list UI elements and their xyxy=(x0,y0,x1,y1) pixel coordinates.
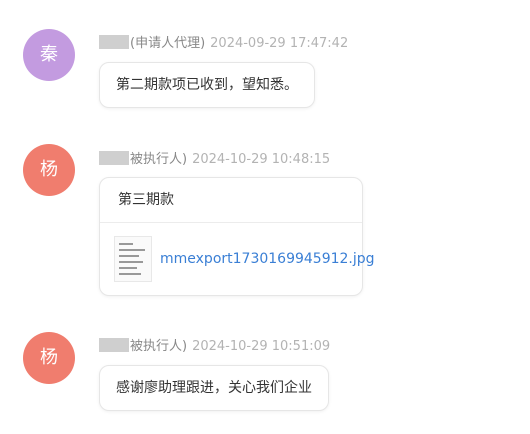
attachment-card: 第三期款 mmexport1730169945912.jpg xyxy=(99,177,375,296)
message-meta: (申请人代理) 2024-09-29 17:47:42 xyxy=(99,32,348,51)
avatar[interactable]: 秦 xyxy=(23,29,75,81)
message-time: 2024-09-29 17:47:42 xyxy=(210,36,349,51)
message-time: 2024-10-29 10:51:09 xyxy=(192,339,331,354)
message-bubble: 感谢廖助理跟进，关心我们企业 xyxy=(99,365,329,411)
message-time: 2024-10-29 10:48:15 xyxy=(192,152,331,167)
redacted-name xyxy=(99,151,129,165)
attachment-row[interactable]: mmexport1730169945912.jpg xyxy=(100,223,375,295)
redacted-name xyxy=(99,35,129,49)
attachment-link[interactable]: mmexport1730169945912.jpg xyxy=(160,223,375,295)
message-meta: 被执行人) 2024-10-29 10:51:09 xyxy=(99,335,330,354)
image-thumbnail-icon[interactable] xyxy=(114,236,152,282)
sender-role: 被执行人) xyxy=(130,152,188,167)
avatar[interactable]: 杨 xyxy=(23,144,75,196)
sender-role: (申请人代理) xyxy=(130,36,206,51)
message-meta: 被执行人) 2024-10-29 10:48:15 xyxy=(99,148,330,167)
redacted-name xyxy=(99,338,129,352)
message-bubble: 第二期款项已收到，望知悉。 xyxy=(99,62,315,108)
card-title: 第三期款 xyxy=(100,178,362,223)
avatar[interactable]: 杨 xyxy=(23,332,75,384)
sender-role: 被执行人) xyxy=(130,339,188,354)
